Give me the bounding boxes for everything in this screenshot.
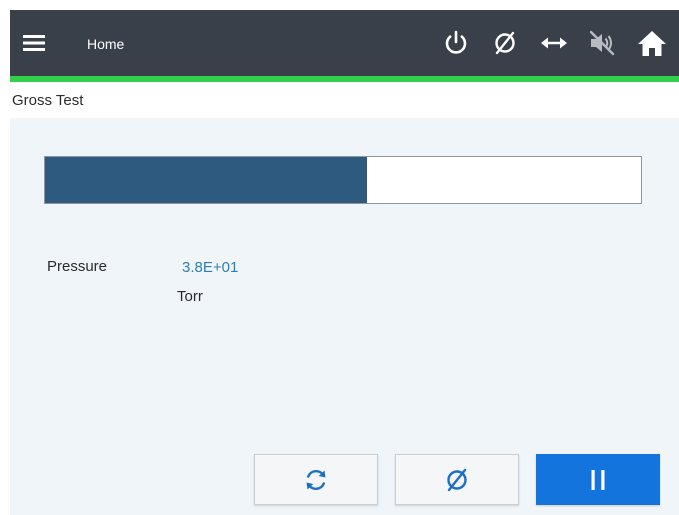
home-icon [638,31,666,56]
pressure-unit: Torr [177,288,203,305]
zero-icon [495,31,515,55]
pressure-value: 3.8E+01 [182,259,239,276]
app-screen: Home Gross Test Pressure 3.8E+01 Torr [0,0,679,515]
zero-icon [447,468,467,491]
pause-icon [591,469,605,490]
zero-button[interactable] [490,28,520,58]
progress-bar [44,156,642,204]
progress-bar-fill [45,157,367,203]
sound-button[interactable] [587,28,617,58]
title-strip [0,82,679,118]
sound-muted-icon [589,30,615,56]
power-icon [445,30,467,54]
page-title: Gross Test [12,92,84,109]
menu-button[interactable] [22,30,48,56]
menu-icon [23,35,45,51]
refresh-icon [306,469,326,490]
horizontal-arrows-icon [541,37,567,49]
power-button[interactable] [441,28,471,58]
restart-button[interactable] [254,454,378,505]
home-label[interactable]: Home [87,36,124,52]
zero-action-button[interactable] [395,454,519,505]
pressure-label: Pressure [47,258,108,275]
pause-button[interactable] [536,454,660,505]
sniff-toggle-button[interactable] [539,28,569,58]
home-button[interactable] [636,28,666,58]
